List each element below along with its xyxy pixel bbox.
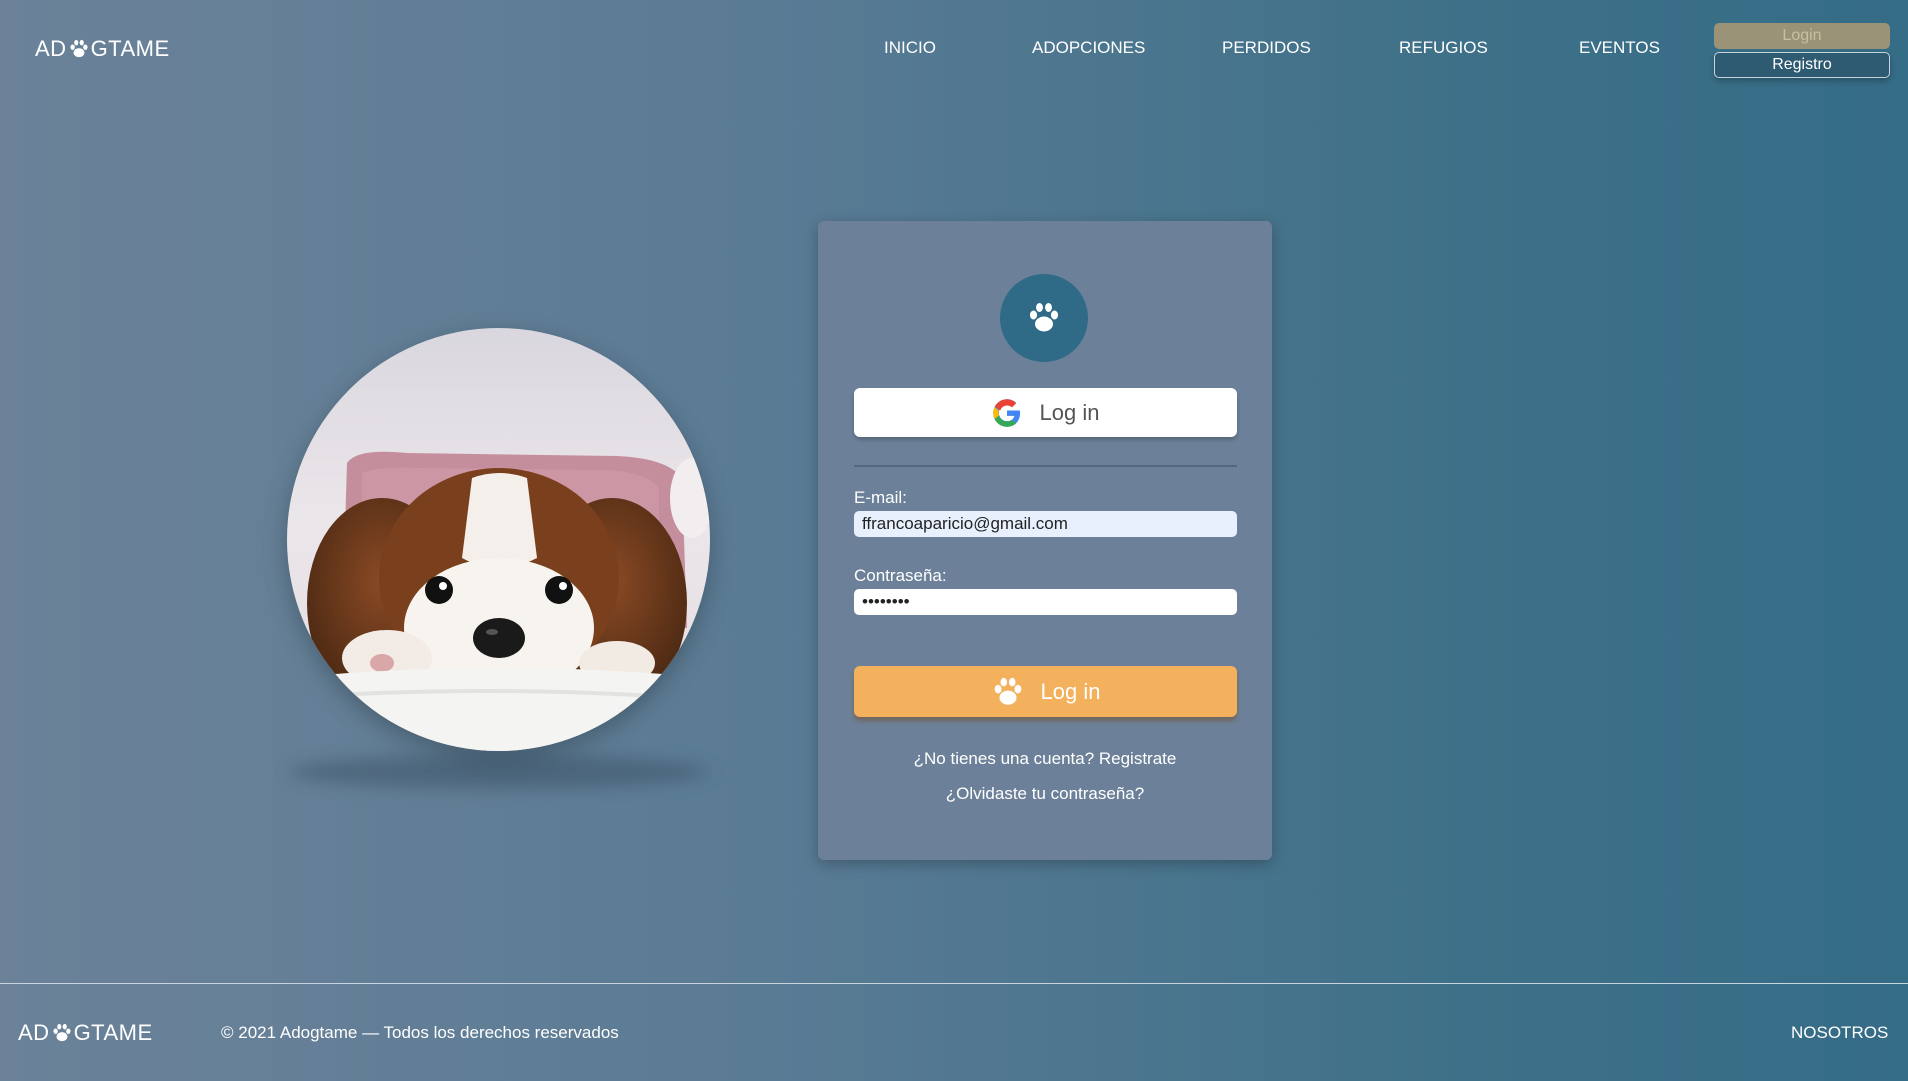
password-field[interactable] <box>854 589 1237 615</box>
header-login-button[interactable]: Login <box>1714 23 1890 49</box>
email-label: E-mail: <box>854 488 907 507</box>
footer-logo[interactable]: AD GTAME <box>18 1020 153 1046</box>
nav-eventos[interactable]: EVENTOS <box>1579 38 1660 58</box>
password-label: Contraseña: <box>854 566 947 585</box>
paw-icon <box>994 677 1021 705</box>
copyright-text: © 2021 Adogtame — Todos los derechos res… <box>221 1023 619 1042</box>
login-submit-label: Log in <box>1040 678 1101 704</box>
card-avatar <box>1000 274 1088 362</box>
email-field[interactable] <box>854 511 1237 537</box>
nav-inicio[interactable]: INICIO <box>884 38 936 58</box>
login-card: Log in E-mail: Contraseña: Log in ¿No ti… <box>818 221 1272 860</box>
google-login-label: Log in <box>1039 399 1100 425</box>
paw-icon <box>1029 303 1059 332</box>
google-icon <box>992 398 1020 427</box>
paw-icon <box>70 39 88 58</box>
logo-text-right: GTAME <box>73 1020 153 1045</box>
login-submit-button[interactable]: Log in <box>854 666 1237 717</box>
site-logo[interactable]: AD GTAME <box>35 36 170 62</box>
logo-text-left: AD <box>18 1020 50 1045</box>
logo-text-left: AD <box>35 36 67 61</box>
nav-adopciones[interactable]: ADOPCIONES <box>1032 38 1145 58</box>
nosotros-link[interactable]: NOSOTROS <box>1791 1023 1888 1043</box>
register-link[interactable]: ¿No tienes una cuenta? Registrate <box>818 749 1272 769</box>
google-login-button[interactable]: Log in <box>854 388 1237 437</box>
puppy-illustration <box>287 328 710 751</box>
paw-icon <box>53 1023 71 1042</box>
header-register-button[interactable]: Registro <box>1714 52 1890 78</box>
nav-perdidos[interactable]: PERDIDOS <box>1222 38 1311 58</box>
forgot-password-link[interactable]: ¿Olvidaste tu contraseña? <box>818 784 1272 804</box>
footer-divider <box>0 983 1908 984</box>
logo-text-right: GTAME <box>90 36 170 61</box>
dog-image-shadow <box>288 755 708 789</box>
divider <box>854 465 1237 467</box>
puppy-photo <box>287 328 710 751</box>
nav-refugios[interactable]: REFUGIOS <box>1399 38 1488 58</box>
